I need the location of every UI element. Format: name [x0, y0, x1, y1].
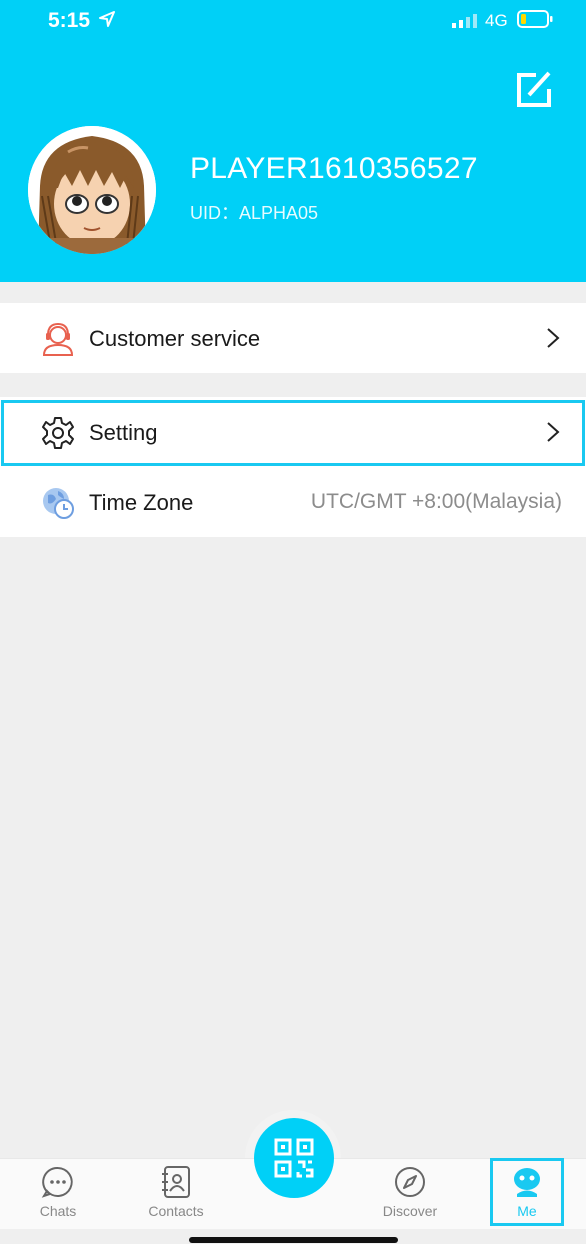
profile-header: 5:15 4G PLAYER1610356527 UID：ALPHA05 — [0, 0, 586, 282]
location-arrow-icon — [99, 11, 115, 27]
edit-profile-icon[interactable] — [514, 69, 556, 109]
chevron-right-icon — [547, 328, 560, 348]
avatar[interactable] — [28, 126, 156, 254]
setting-highlight-box — [1, 400, 585, 466]
compass-icon — [395, 1167, 425, 1197]
customer-service-label: Customer service — [89, 326, 261, 351]
avatar-image — [28, 126, 156, 254]
status-bar: 5:15 4G — [0, 0, 586, 44]
username: PLAYER1610356527 — [190, 152, 478, 185]
tab-contacts[interactable]: Contacts — [126, 1159, 226, 1229]
me-tab-highlight-box — [490, 1158, 564, 1226]
tab-contacts-label: Contacts — [148, 1203, 204, 1219]
tab-chats-label: Chats — [39, 1203, 77, 1219]
signal-icon — [452, 14, 477, 28]
contacts-book-icon — [162, 1166, 190, 1198]
globe-clock-icon — [43, 488, 74, 519]
time-zone-label: Time Zone — [89, 490, 194, 515]
qr-code-icon — [274, 1138, 314, 1178]
customer-service-icon — [42, 322, 74, 356]
qr-code-button[interactable] — [254, 1118, 334, 1198]
tab-discover[interactable]: Discover — [360, 1159, 460, 1229]
home-indicator — [189, 1237, 398, 1243]
status-time: 5:15 — [48, 9, 91, 32]
network-type: 4G — [485, 11, 508, 30]
battery-icon — [517, 10, 553, 28]
user-uid: UID：ALPHA05 — [190, 203, 319, 223]
tab-discover-label: Discover — [382, 1203, 438, 1219]
menu-item-time-zone[interactable]: Time Zone UTC/GMT +8:00(Malaysia) — [0, 467, 586, 537]
tab-chats[interactable]: Chats — [8, 1159, 108, 1229]
menu-item-customer-service[interactable]: Customer service — [0, 303, 586, 373]
chat-bubble-icon — [41, 1166, 73, 1198]
time-zone-value: UTC/GMT +8:00(Malaysia) — [310, 490, 562, 513]
